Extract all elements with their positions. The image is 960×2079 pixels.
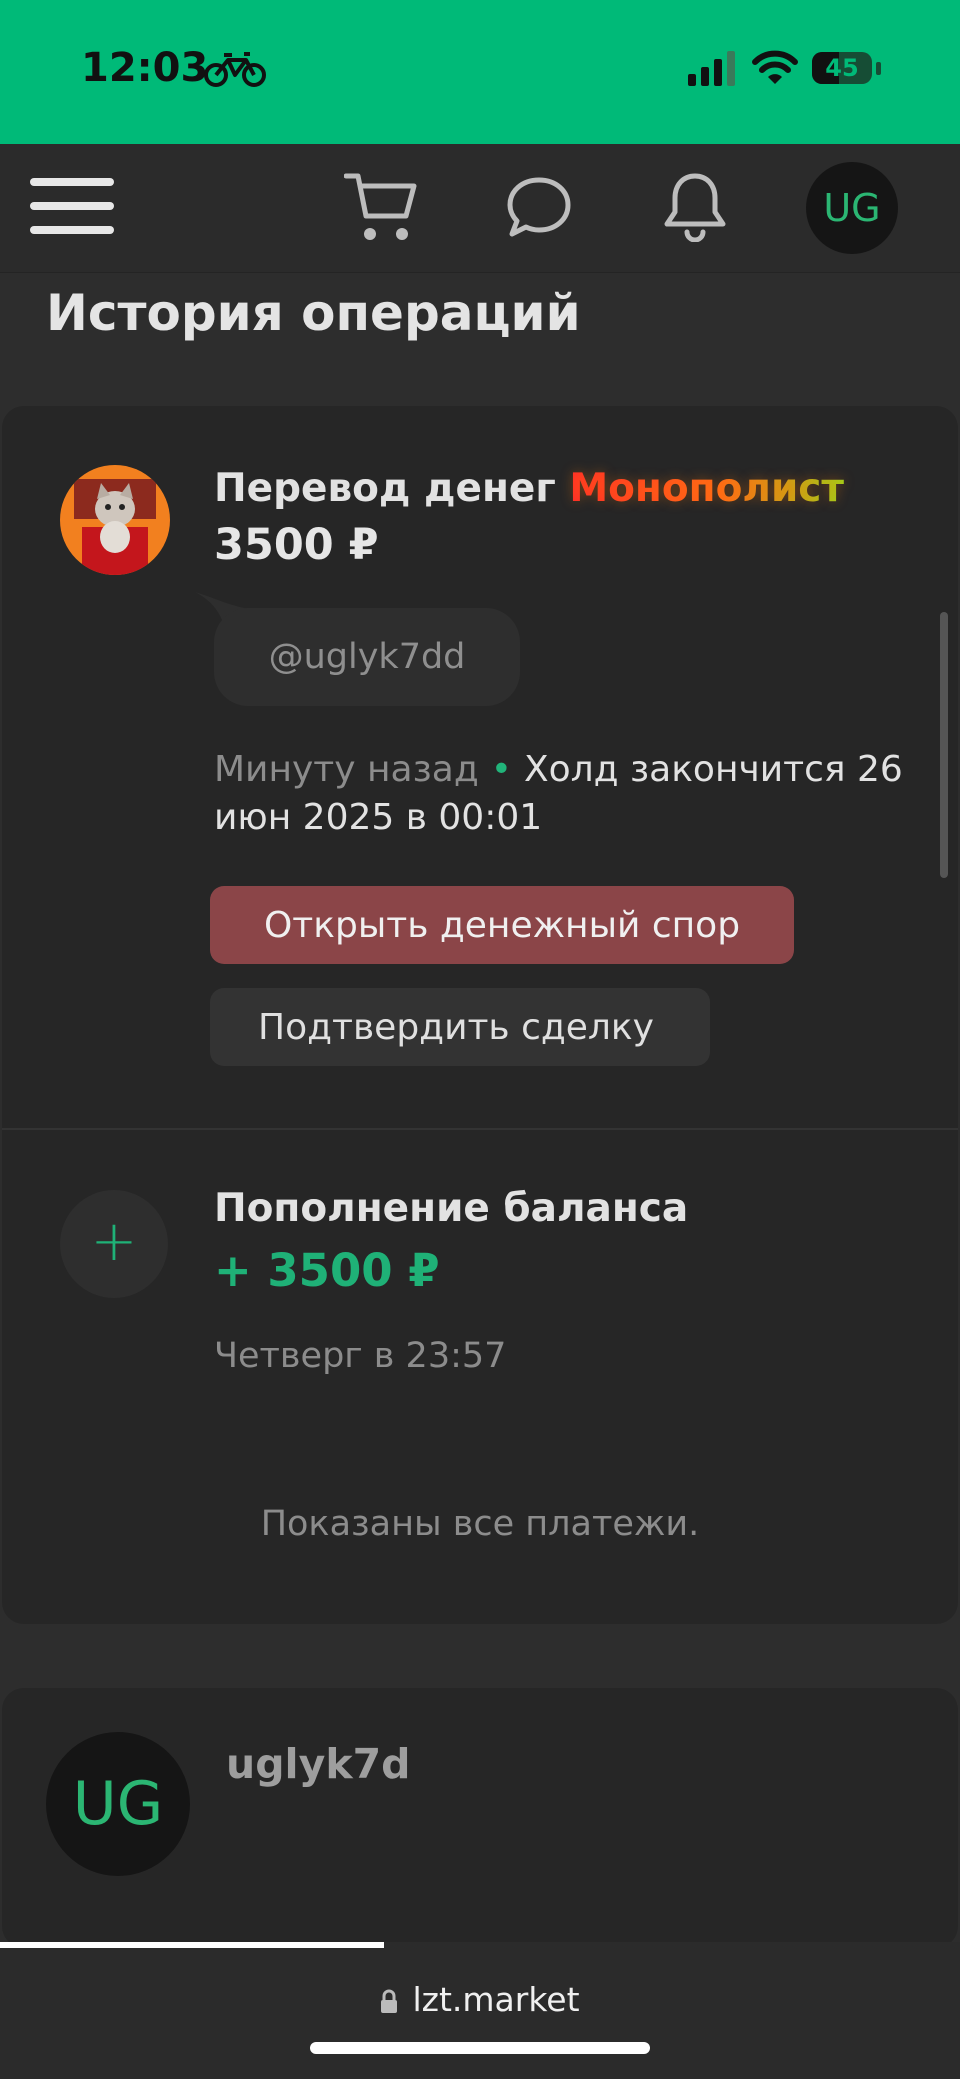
chat-icon[interactable] xyxy=(506,174,572,240)
url-text: lzt.market xyxy=(412,1980,580,2019)
page-load-progress xyxy=(0,1942,384,1948)
battery-level: 45 xyxy=(825,54,859,82)
page-title: История операций xyxy=(46,284,581,342)
menu-line xyxy=(30,226,114,234)
user-badge[interactable]: Монополист xyxy=(569,466,844,511)
transaction-amount: 3500 ₽ xyxy=(214,520,379,570)
confirm-deal-button[interactable]: Подтвердить сделку xyxy=(210,988,710,1066)
plus-icon: + xyxy=(60,1190,168,1298)
menu-line xyxy=(30,202,114,210)
divider xyxy=(2,1128,958,1130)
battery-cap xyxy=(876,62,881,75)
transaction-amount: + 3500 ₽ xyxy=(214,1244,440,1297)
home-indicator[interactable] xyxy=(310,2042,650,2054)
operations-list: Перевод денег Монополист 3500 ₽ @uglyk7d… xyxy=(2,406,958,1624)
separator-dot: • xyxy=(490,749,512,790)
transaction-comment: @uglyk7dd xyxy=(214,608,520,706)
profile-card: UG uglyk7d xyxy=(2,1688,958,1948)
lock-icon xyxy=(381,1989,398,2013)
battery-icon: 45 xyxy=(812,52,872,84)
menu-line xyxy=(30,178,114,186)
status-time: 12:03 xyxy=(81,45,209,91)
transaction-title: Пополнение баланса xyxy=(214,1186,689,1231)
transaction-time: Минуту назад xyxy=(214,749,479,790)
sender-avatar[interactable] xyxy=(60,465,170,575)
profile-username[interactable]: uglyk7d xyxy=(226,1740,410,1788)
wifi-icon xyxy=(752,50,798,84)
open-dispute-button[interactable]: Открыть денежный спор xyxy=(210,886,794,964)
top-nav: UG xyxy=(0,144,960,273)
cart-icon[interactable] xyxy=(344,170,418,246)
menu-icon[interactable] xyxy=(30,170,114,242)
status-bar: 12:03 45 xyxy=(0,0,960,144)
transaction-title: Перевод денег Монополист xyxy=(214,466,844,511)
transaction-type: Перевод денег xyxy=(214,466,556,511)
transaction-meta: Минуту назад • Холд закончится 26 июн 2025… xyxy=(214,746,914,842)
scrollbar[interactable] xyxy=(940,612,948,878)
address-bar[interactable]: lzt.market xyxy=(0,1980,960,2019)
profile-avatar[interactable]: UG xyxy=(46,1732,190,1876)
cellular-signal-icon xyxy=(688,51,735,86)
bell-icon[interactable] xyxy=(662,170,728,242)
bicycle-icon xyxy=(204,52,266,87)
transaction-time: Четверг в 23:57 xyxy=(214,1336,507,1376)
browser-bottom-bar: lzt.market xyxy=(0,1942,960,2079)
all-payments-shown-note: Показаны все платежи. xyxy=(260,1504,700,1544)
user-avatar[interactable]: UG xyxy=(806,162,898,254)
